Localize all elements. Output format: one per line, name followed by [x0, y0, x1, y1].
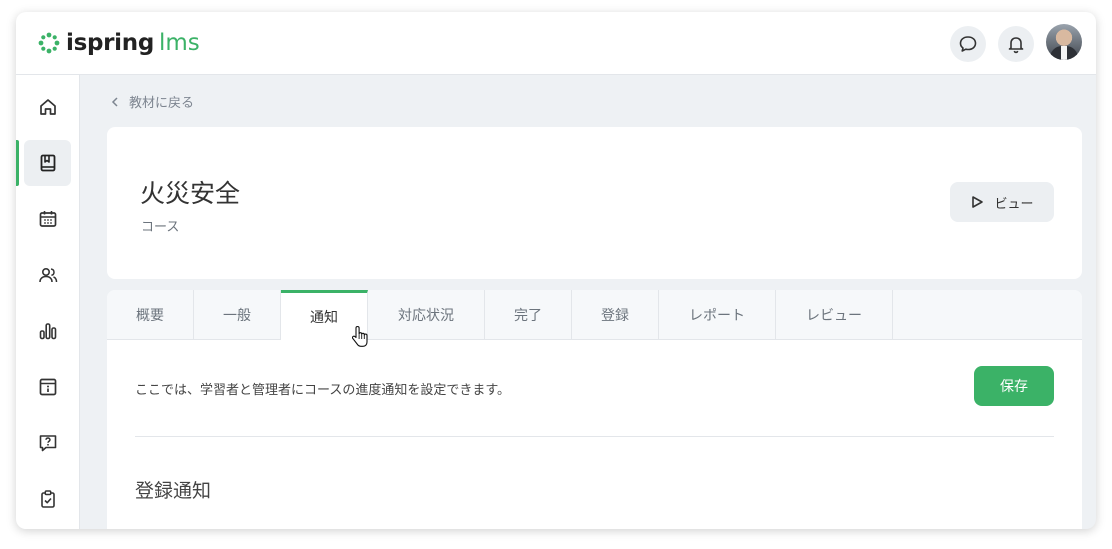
bar-chart-icon: [39, 323, 56, 340]
tab-report[interactable]: レポート: [659, 290, 776, 339]
logo-word-lms: lms: [159, 30, 200, 56]
sidebar-item-content[interactable]: [24, 140, 71, 186]
tab-general[interactable]: 一般: [194, 290, 281, 339]
save-button[interactable]: 保存: [974, 366, 1054, 406]
tab-label: 通知: [310, 309, 338, 326]
view-button[interactable]: ビュー: [950, 182, 1054, 222]
course-header-card: 火災安全 コース ビュー: [107, 127, 1082, 279]
enrollment-notifications-heading: 登録通知: [135, 480, 212, 502]
tab-label: 一般: [223, 307, 251, 324]
calendar-icon: [39, 211, 56, 227]
tab-completion[interactable]: 完了: [485, 290, 572, 339]
sidebar-item-calendar[interactable]: [24, 196, 71, 242]
info-card-icon: [39, 378, 56, 396]
book-icon: [40, 154, 55, 172]
view-button-label: ビュー: [994, 196, 1034, 212]
sidebar: [16, 75, 80, 529]
logo-mark-icon: [38, 32, 60, 54]
users-icon: [38, 268, 57, 283]
course-title: 火災安全: [140, 179, 241, 208]
settings-panel: 概要 一般 通知 対応状況 完了 登録 レポート レビュー ここでは、学習者と管…: [107, 290, 1082, 529]
tab-label: 完了: [514, 307, 542, 324]
sidebar-active-indicator: [16, 140, 19, 186]
hand-pointer-cursor-icon: [352, 325, 368, 347]
question-icon: [39, 435, 56, 452]
play-icon: [972, 196, 984, 208]
tab-label: 対応状況: [398, 307, 454, 324]
sidebar-item-info[interactable]: [24, 364, 71, 410]
clipboard-check-icon: [40, 490, 55, 508]
tab-bar: 概要 一般 通知 対応状況 完了 登録 レポート レビュー: [107, 290, 1082, 340]
notifications-description: ここでは、学習者と管理者にコースの進度通知を設定できます。: [135, 383, 511, 398]
chat-button[interactable]: [950, 26, 986, 62]
tab-label: 登録: [601, 307, 629, 324]
sidebar-item-reports[interactable]: [24, 308, 71, 354]
sidebar-item-home[interactable]: [24, 84, 71, 130]
tab-label: 概要: [136, 307, 164, 324]
tab-overview[interactable]: 概要: [107, 290, 194, 339]
chat-bubble-icon: [959, 36, 977, 52]
back-to-content-link[interactable]: 教材に戻る: [129, 92, 194, 111]
sidebar-item-users[interactable]: [24, 252, 71, 298]
top-header: ispring lms: [16, 12, 1096, 75]
avatar-shirt: [1061, 46, 1067, 60]
section-divider: [135, 436, 1054, 437]
app-window: ispring lms 教材に戻る 火災安全 コース ビュー 概要 一般 通知 …: [16, 12, 1096, 529]
sidebar-item-help[interactable]: [24, 420, 71, 466]
course-type: コース: [141, 220, 180, 235]
ispring-logo[interactable]: ispring lms: [38, 30, 200, 56]
tab-reviews[interactable]: レビュー: [776, 290, 893, 339]
breadcrumb[interactable]: 教材に戻る: [111, 92, 194, 111]
tab-label: レビュー: [806, 307, 862, 324]
user-avatar[interactable]: [1046, 24, 1082, 60]
logo-word-ispring: ispring: [66, 30, 155, 56]
tab-status[interactable]: 対応状況: [368, 290, 485, 339]
sidebar-item-tasks[interactable]: [24, 476, 71, 522]
notifications-button[interactable]: [998, 26, 1034, 62]
tab-label: レポート: [689, 307, 745, 324]
bell-icon: [1008, 37, 1024, 54]
home-icon: [39, 99, 56, 115]
tab-enrollment[interactable]: 登録: [572, 290, 659, 339]
chevron-left-icon: [111, 96, 118, 107]
